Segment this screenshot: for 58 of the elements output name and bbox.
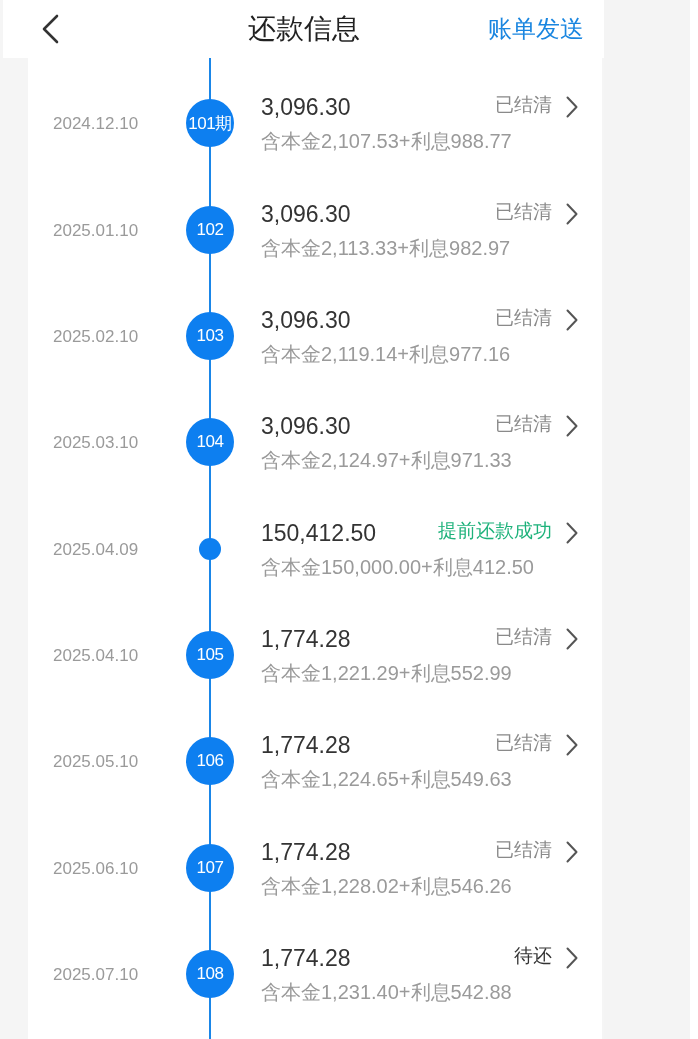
amount-breakdown: 含本金2,107.53+利息988.77: [261, 129, 512, 155]
back-button[interactable]: [41, 14, 59, 44]
amount-breakdown: 含本金2,119.14+利息977.16: [261, 341, 511, 367]
chevron-right-icon[interactable]: [566, 628, 578, 651]
period-badge: 106: [186, 737, 234, 786]
page-title: 还款信息: [247, 12, 360, 46]
payment-status: 已结清: [495, 199, 552, 224]
amount-breakdown: 含本金2,124.97+利息971.33: [261, 448, 512, 474]
payment-amount: 3,096.30: [261, 412, 351, 442]
back-icon: [41, 14, 59, 44]
payment-amount: 1,774.28: [261, 944, 351, 974]
send-bill-button[interactable]: 账单发送: [488, 13, 584, 45]
chevron-right-icon[interactable]: [566, 521, 578, 544]
chevron-right-icon[interactable]: [566, 947, 578, 970]
payment-status: 已结清: [495, 305, 552, 330]
payment-amount: 1,774.28: [261, 625, 351, 655]
period-badge: 101期: [186, 99, 234, 148]
payment-status: 已结清: [495, 731, 552, 756]
payment-status: 已结清: [495, 412, 552, 437]
due-date: 2025.03.10: [53, 433, 139, 454]
payment-status: 已结清: [495, 837, 552, 862]
due-date: 2025.04.09: [53, 539, 139, 560]
payment-amount: 3,096.30: [261, 199, 351, 229]
payment-status: 已结清: [495, 625, 552, 650]
payment-status: 待还: [514, 944, 552, 969]
payment-status: 已结清: [495, 93, 552, 118]
payment-amount: 3,096.30: [261, 305, 351, 335]
payment-amount: 150,412.50: [261, 518, 377, 548]
amount-breakdown: 含本金1,231.40+利息542.88: [261, 980, 512, 1006]
period-badge: 107: [186, 843, 234, 892]
payment-amount: 3,096.30: [261, 93, 351, 123]
payment-amount: 1,774.28: [261, 731, 351, 761]
chevron-right-icon[interactable]: [566, 308, 578, 331]
amount-breakdown: 含本金1,228.02+利息546.26: [261, 873, 512, 899]
amount-breakdown: 含本金1,221.29+利息552.99: [261, 661, 512, 687]
chevron-right-icon[interactable]: [566, 415, 578, 438]
amount-breakdown: 含本金1,224.65+利息549.63: [261, 767, 512, 793]
due-date: 2025.01.10: [53, 220, 139, 241]
due-date: 2025.07.10: [53, 965, 139, 986]
due-date: 2025.05.10: [53, 752, 139, 773]
due-date: 2025.06.10: [53, 858, 139, 879]
chevron-right-icon[interactable]: [566, 96, 578, 119]
chevron-right-icon[interactable]: [566, 734, 578, 757]
period-badge: 105: [186, 631, 234, 680]
amount-breakdown: 含本金2,113.33+利息982.97: [261, 235, 511, 261]
payment-amount: 1,774.28: [261, 837, 351, 867]
chevron-right-icon[interactable]: [566, 202, 578, 225]
due-date: 2024.12.10: [53, 114, 139, 135]
payment-status: 提前还款成功: [438, 518, 552, 543]
period-badge: 108: [186, 950, 234, 999]
due-date: 2025.02.10: [53, 326, 139, 347]
timeline-dot-icon: [199, 537, 221, 560]
period-badge: 102: [186, 205, 234, 254]
chevron-right-icon[interactable]: [566, 840, 578, 863]
due-date: 2025.04.10: [53, 646, 139, 667]
period-badge: 103: [186, 311, 234, 360]
period-badge: 104: [186, 418, 234, 467]
amount-breakdown: 含本金150,000.00+利息412.50: [261, 554, 534, 580]
